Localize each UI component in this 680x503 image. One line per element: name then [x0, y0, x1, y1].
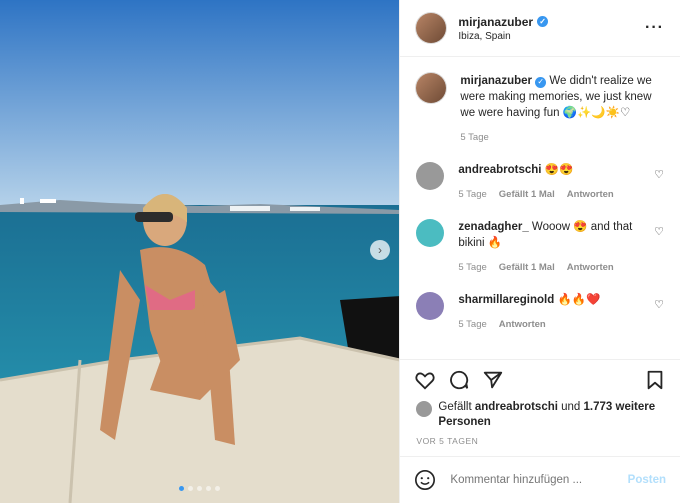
carousel-dot [215, 486, 221, 491]
caption-age[interactable]: 5 Tage [460, 130, 488, 146]
likes-prefix: Gefällt [438, 401, 472, 413]
post-header: mirjanazuber ✓ Ibiza, Spain ··· [400, 0, 680, 57]
post-date[interactable]: VOR 5 TAGEN [400, 430, 680, 456]
like-icon[interactable] [414, 369, 436, 391]
commenter-avatar[interactable] [416, 162, 445, 190]
post-photo[interactable]: › [0, 0, 400, 503]
commenter-avatar[interactable] [416, 292, 445, 320]
comment-username[interactable]: andreabrotschi [458, 164, 541, 176]
liker-avatar[interactable] [416, 401, 433, 417]
bookmark-icon[interactable] [644, 369, 666, 391]
comment: zenadagher_ Wooow 😍 and that bikini 🔥 5 … [416, 219, 664, 276]
verified-icon: ✓ [537, 16, 549, 27]
comment: andreabrotschi 😍😍 5 Tage Gefällt 1 Mal A… [416, 162, 664, 203]
carousel-dots [0, 486, 399, 491]
likes-summary: Gefällt andreabrotschi und 1.773 weitere… [400, 400, 680, 430]
caption-username[interactable]: mirjanazuber [460, 75, 532, 87]
post-comment-button[interactable]: Posten [628, 474, 666, 486]
next-photo-button[interactable]: › [370, 240, 390, 260]
comment: sharmillareginold 🔥🔥❤️ 5 Tage Antworten … [416, 292, 664, 333]
comment-username[interactable]: sharmillareginold [458, 294, 554, 306]
carousel-dot [197, 486, 203, 491]
comment-age[interactable]: 5 Tage [458, 317, 486, 333]
verified-icon: ✓ [535, 76, 547, 88]
comment-input[interactable] [448, 473, 628, 487]
comment-like-icon[interactable]: ♡ [654, 168, 664, 203]
author-avatar[interactable] [416, 13, 447, 43]
reply-button[interactable]: Antworten [567, 260, 614, 276]
comment-like-icon[interactable]: ♡ [654, 298, 664, 333]
comment-age[interactable]: 5 Tage [458, 187, 486, 203]
more-options-icon[interactable]: ··· [645, 19, 664, 37]
comments-list: mirjanazuber ✓ We didn't realize we were… [400, 57, 680, 359]
comment-likes[interactable]: Gefällt 1 Mal [499, 260, 555, 276]
liker-username[interactable]: andreabrotschi [475, 401, 558, 413]
comment-text: 😍😍 [544, 164, 574, 176]
reply-button[interactable]: Antworten [567, 187, 614, 203]
likes-mid: und [561, 401, 581, 413]
beach-photo [0, 0, 400, 503]
comment-icon[interactable] [448, 369, 470, 391]
post-location[interactable]: Ibiza, Spain [458, 31, 548, 42]
caption-avatar[interactable] [416, 73, 447, 103]
post-sidebar: mirjanazuber ✓ Ibiza, Spain ··· mirjanaz… [399, 0, 680, 503]
comment-age[interactable]: 5 Tage [458, 260, 486, 276]
commenter-avatar[interactable] [416, 219, 445, 247]
comment-username[interactable]: zenadagher_ [458, 221, 528, 233]
carousel-dot [188, 486, 194, 491]
carousel-dot [206, 486, 212, 491]
comment-likes[interactable]: Gefällt 1 Mal [499, 187, 555, 203]
comment-like-icon[interactable]: ♡ [654, 225, 664, 276]
instagram-post: › mirjanazuber ✓ Ibiza, Spain ··· mirjan… [0, 0, 680, 503]
comment-text: 🔥🔥❤️ [557, 294, 601, 306]
emoji-icon[interactable] [414, 469, 436, 491]
caption: mirjanazuber ✓ We didn't realize we were… [416, 73, 664, 146]
carousel-dot [179, 486, 185, 491]
author-username[interactable]: mirjanazuber [458, 15, 533, 29]
action-bar [400, 359, 680, 400]
reply-button[interactable]: Antworten [499, 317, 546, 333]
add-comment-bar: Posten [400, 456, 680, 503]
share-icon[interactable] [482, 369, 504, 391]
